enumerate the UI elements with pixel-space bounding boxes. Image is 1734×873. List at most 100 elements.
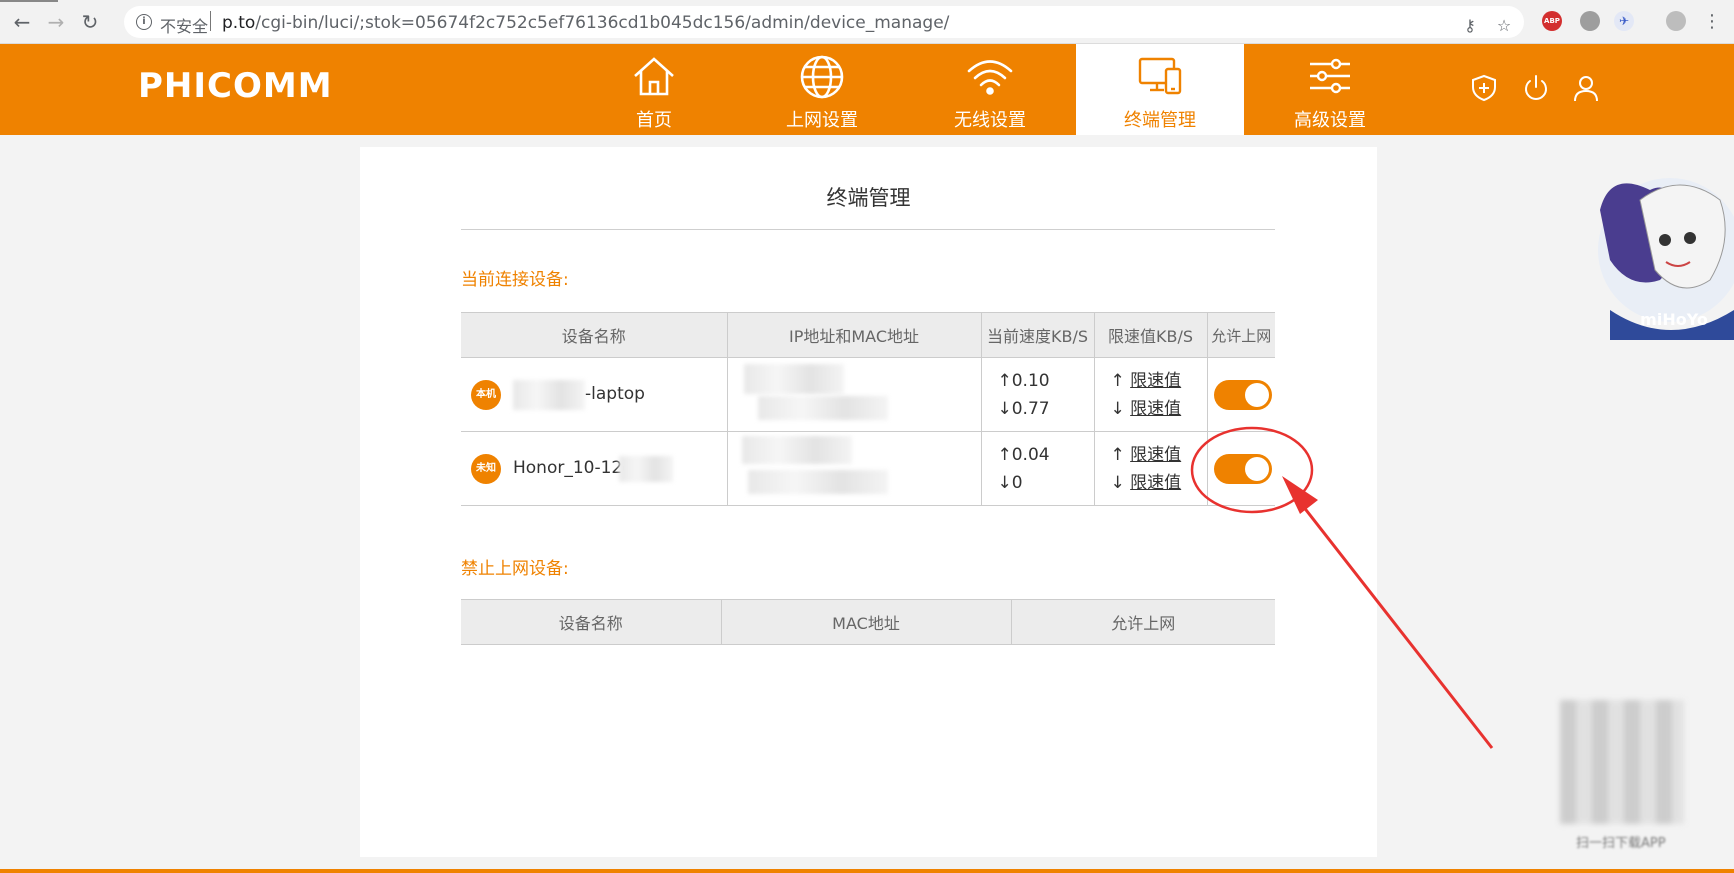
device-name-cell: 本机 -laptop: [461, 357, 728, 432]
col-mac: MAC地址: [720, 599, 1012, 645]
extension-circle-icon[interactable]: [1580, 11, 1600, 31]
redacted-name: [513, 380, 585, 410]
redacted-name: [619, 456, 673, 482]
qr-code: [1560, 700, 1684, 824]
nav-device-manage-label: 终端管理: [1124, 110, 1196, 131]
security-label: 不安全: [160, 17, 209, 36]
device-badge: 未知: [471, 454, 501, 484]
down-arrow: ↓: [1110, 398, 1125, 419]
redacted-mac: [747, 470, 888, 494]
key-icon[interactable]: ⚷: [1460, 16, 1480, 36]
connected-devices-table: 设备名称 IP地址和MAC地址 当前速度KB/S 限速值KB/S 允许上网 本机…: [461, 312, 1275, 506]
nav-internet-label: 上网设置: [786, 110, 858, 131]
upload-speed: ↑0.04: [997, 444, 1050, 465]
download-speed: ↓0: [997, 472, 1023, 493]
globe-icon: [800, 55, 844, 99]
mascot-brand: miHoYo: [1640, 310, 1708, 329]
device-name: -laptop: [585, 384, 645, 404]
nav-home[interactable]: 首页: [570, 44, 738, 135]
redacted-ip: [743, 364, 844, 394]
table-header-row: 设备名称 IP地址和MAC地址 当前速度KB/S 限速值KB/S 允许上网: [461, 312, 1275, 358]
col-allow-internet: 允许上网: [1010, 599, 1275, 645]
col-device-name: 设备名称: [461, 312, 728, 358]
col-current-speed: 当前速度KB/S: [980, 312, 1095, 358]
toggle-knob: [1244, 456, 1269, 481]
reload-icon[interactable]: ↻: [78, 10, 102, 34]
nav-home-label: 首页: [636, 110, 672, 131]
up-arrow: ↑: [1110, 444, 1125, 465]
speed-limit-cell: ↑ 限速值 ↓ 限速值: [1093, 357, 1208, 432]
bottom-accent-line: [0, 869, 1734, 873]
user-icon[interactable]: [1572, 74, 1600, 102]
download-limit: ↓ 限速值: [1111, 469, 1207, 497]
allow-internet-toggle[interactable]: [1213, 379, 1272, 410]
sliders-icon: [1310, 58, 1350, 94]
nav-wireless-label: 无线设置: [954, 110, 1026, 131]
table-row: 本机 -laptop ↑0.10 ↓0.77 ↑ 限速值 ↓ 限速值: [461, 357, 1275, 432]
redacted-mac: [757, 396, 888, 420]
col-speed-limit: 限速值KB/S: [1093, 312, 1208, 358]
speed-limit-cell: ↑ 限速值 ↓ 限速值: [1093, 431, 1208, 506]
star-icon[interactable]: ☆: [1494, 16, 1514, 36]
device-name: Honor_10-12c: [513, 458, 632, 478]
nav-wireless[interactable]: 无线设置: [906, 44, 1074, 135]
forward-icon[interactable]: →: [44, 10, 68, 34]
current-speed-cell: ↑0.04 ↓0: [980, 431, 1095, 506]
allow-internet-toggle[interactable]: [1213, 453, 1272, 484]
shield-icon[interactable]: [1470, 74, 1498, 102]
nav-internet[interactable]: 上网设置: [738, 44, 906, 135]
home-icon: [634, 57, 674, 96]
download-limit: ↓ 限速值: [1111, 395, 1207, 423]
brand-logo: PHICOMM: [138, 66, 333, 106]
url-path: /cgi-bin/luci/;stok=05674f2c752c5ef76136…: [255, 13, 950, 33]
col-ip-mac: IP地址和MAC地址: [726, 312, 982, 358]
device-manage-panel: 终端管理 当前连接设备: 设备名称 IP地址和MAC地址 当前速度KB/S 限速…: [360, 147, 1377, 857]
browser-toolbar: ← → ↻ i 不安全 p.to/cgi-bin/luci/;stok=0567…: [0, 0, 1734, 44]
download-speed: ↓0.77: [997, 398, 1050, 419]
current-speed-cell: ↑0.10 ↓0.77: [980, 357, 1095, 432]
nav-device-manage[interactable]: 终端管理: [1076, 44, 1244, 135]
nav-advanced-label: 高级设置: [1294, 110, 1366, 131]
power-icon[interactable]: [1522, 74, 1550, 102]
upload-limit: ↑ 限速值: [1111, 367, 1207, 395]
url-host: p.to: [222, 13, 256, 33]
up-arrow: ↑: [1110, 370, 1125, 391]
download-limit-link[interactable]: 限速值: [1130, 399, 1181, 419]
upload-speed: ↑0.10: [997, 370, 1050, 391]
blocked-devices-label: 禁止上网设备:: [461, 559, 569, 579]
mascot-sticker: miHoYo: [1598, 178, 1734, 340]
download-limit-link[interactable]: 限速值: [1130, 473, 1181, 493]
adblock-icon[interactable]: ABP: [1542, 11, 1562, 31]
upload-limit-link[interactable]: 限速值: [1130, 445, 1181, 465]
toggle-knob: [1244, 382, 1269, 407]
wifi-icon: [967, 60, 1013, 95]
back-icon[interactable]: ←: [10, 10, 34, 34]
device-name-cell: 未知 Honor_10-12c: [461, 431, 728, 506]
nav-advanced[interactable]: 高级设置: [1246, 44, 1414, 135]
extension-bird-icon[interactable]: ✈: [1614, 11, 1634, 31]
redacted-ip: [741, 436, 852, 464]
address-separator: [210, 11, 211, 31]
tab-indicator: [0, 0, 58, 2]
address-bar[interactable]: i 不安全 p.to/cgi-bin/luci/;stok=05674f2c75…: [124, 6, 1524, 38]
menu-icon[interactable]: ⋮: [1700, 10, 1724, 34]
upload-limit-link[interactable]: 限速值: [1130, 371, 1181, 391]
table-row: 未知 Honor_10-12c ↑0.04 ↓0 ↑ 限速值 ↓ 限速值: [461, 431, 1275, 506]
router-header: PHICOMM 首页 上网设置 无线设置 终端管理 高级设置: [0, 44, 1734, 135]
ip-mac-cell: [726, 357, 982, 432]
connected-devices-label: 当前连接设备:: [461, 270, 569, 290]
col-device-name: 设备名称: [461, 599, 722, 645]
qr-caption: 扫一扫下载APP: [1576, 836, 1666, 851]
down-arrow: ↓: [1110, 472, 1125, 493]
upload-limit: ↑ 限速值: [1111, 441, 1207, 469]
ip-mac-cell: [726, 431, 982, 506]
table-header-row: 设备名称 MAC地址 允许上网: [461, 599, 1275, 645]
profile-icon[interactable]: [1666, 11, 1686, 31]
device-badge: 本机: [471, 380, 501, 410]
title-divider: [461, 229, 1275, 230]
info-icon[interactable]: i: [136, 14, 152, 30]
devices-icon: [1138, 57, 1182, 95]
blocked-devices-table: 设备名称 MAC地址 允许上网: [461, 599, 1275, 645]
page-title: 终端管理: [826, 186, 911, 210]
url-text[interactable]: p.to/cgi-bin/luci/;stok=05674f2c752c5ef7…: [222, 13, 949, 33]
